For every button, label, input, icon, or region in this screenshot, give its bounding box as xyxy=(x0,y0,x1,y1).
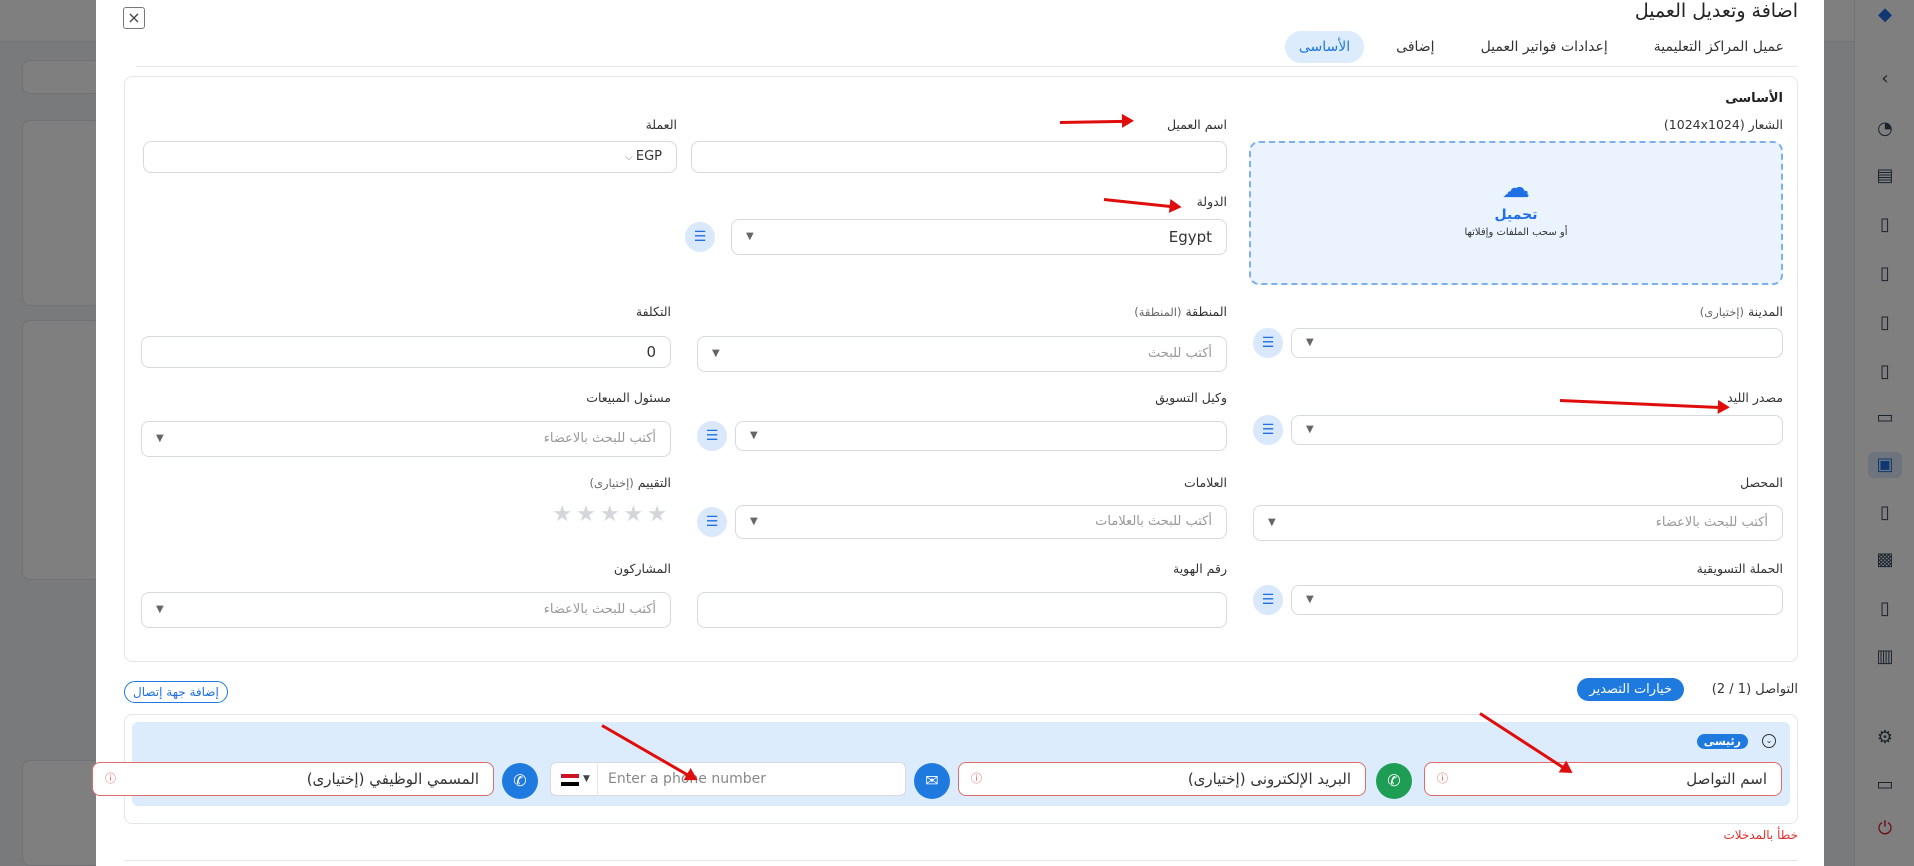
chevron-down-icon: ▼ xyxy=(156,433,164,444)
lead-source-select[interactable]: ▼ xyxy=(1291,415,1783,445)
tabs-divider xyxy=(136,66,1798,67)
close-icon[interactable]: × xyxy=(123,7,145,29)
error-message: خطأ بالمدخلات xyxy=(1723,828,1799,842)
sales-rep-label: مسئول المبيعات xyxy=(586,390,671,405)
upload-title: تحميل xyxy=(1494,207,1538,223)
lead-source-options-icon[interactable]: ☰ xyxy=(1253,415,1283,445)
tags-placeholder: أكتب للبحث بالعلامات xyxy=(1095,514,1212,529)
section-title: الأساسى xyxy=(1725,91,1783,106)
rating-stars[interactable]: ★★★★★ xyxy=(552,502,671,527)
region-select[interactable]: أكتب للبحث ▼ xyxy=(697,336,1227,372)
export-options-button[interactable]: خيارات التصدير xyxy=(1577,678,1684,701)
client-edit-modal: × اضافة وتعديل العميل الأساسى إضافى إعدا… xyxy=(92,0,1824,866)
collapse-icon[interactable]: ⌄ xyxy=(1762,734,1776,748)
contact-name-placeholder: اسم التواصل xyxy=(1686,770,1767,788)
city-options-icon[interactable]: ☰ xyxy=(1253,328,1283,358)
id-number-input[interactable] xyxy=(697,592,1227,628)
chevron-down-icon: ▼ xyxy=(1306,337,1314,348)
country-options-icon[interactable]: ☰ xyxy=(685,222,715,252)
country-select[interactable]: Egypt ▼ xyxy=(731,219,1227,255)
campaign-label: الحملة التسويقية xyxy=(1696,561,1783,576)
region-placeholder: أكتب للبحث xyxy=(1148,346,1212,361)
modal-title: اضافة وتعديل العميل xyxy=(1634,0,1798,22)
marketing-agent-options-icon[interactable]: ☰ xyxy=(697,421,727,451)
chevron-down-icon: ▼ xyxy=(750,430,758,441)
add-contact-button[interactable]: إضافة جهة إتصال xyxy=(124,681,228,703)
sales-rep-placeholder: أكتب للبحث بالاعضاء xyxy=(543,431,656,446)
cost-label: التكلفة xyxy=(635,304,671,319)
egypt-flag-icon[interactable] xyxy=(561,774,579,786)
tab-invoice-settings[interactable]: إعدادات فواتير العميل xyxy=(1467,31,1622,63)
lead-source-label: مصدر الليد xyxy=(1727,390,1783,405)
tab-additional[interactable]: إضافى xyxy=(1382,31,1448,63)
tags-options-icon[interactable]: ☰ xyxy=(697,507,727,537)
cloud-upload-icon: ☁ xyxy=(1502,171,1530,204)
tags-label: العلامات xyxy=(1183,475,1227,490)
logo-label: الشعار (1024x1024) xyxy=(1663,117,1783,132)
currency-select[interactable]: EGP ⌵ xyxy=(143,141,677,173)
error-icon: ⓘ xyxy=(1437,772,1448,785)
participants-select[interactable]: أكتب للبحث بالاعضاء ▼ xyxy=(141,592,671,628)
phone-input[interactable]: ▼ Enter a phone number xyxy=(550,762,906,796)
chevron-down-icon: ▼ xyxy=(712,348,720,359)
currency-value: EGP xyxy=(635,149,662,164)
chevron-down-icon: ▼ xyxy=(750,516,758,527)
email-icon[interactable]: ✉ xyxy=(914,763,950,799)
job-title-input[interactable]: المسمي الوظيفي (إختيارى) ⓘ xyxy=(92,762,494,796)
marketing-agent-select[interactable]: ▼ xyxy=(735,421,1227,451)
logo-upload-dropzone[interactable]: ☁ تحميل أو سحب الملفات وإفلاتها xyxy=(1249,141,1783,285)
sales-rep-select[interactable]: أكتب للبحث بالاعضاء ▼ xyxy=(141,421,671,457)
collector-placeholder: أكتب للبحث بالاعضاء xyxy=(1655,515,1768,530)
city-label: المدينة (إختيارى) xyxy=(1699,304,1783,319)
job-title-placeholder: المسمي الوظيفي (إختيارى) xyxy=(306,770,479,788)
participants-label: المشاركون xyxy=(613,561,671,576)
phone-icon[interactable]: ✆ xyxy=(502,763,538,799)
rating-label: التقييم (إختيارى) xyxy=(589,475,671,490)
primary-badge: رئيسى xyxy=(1696,734,1748,749)
collector-select[interactable]: أكتب للبحث بالاعضاء ▼ xyxy=(1253,505,1783,541)
cost-value: 0 xyxy=(646,343,656,361)
tags-select[interactable]: أكتب للبحث بالعلامات ▼ xyxy=(735,505,1227,539)
city-select[interactable]: ▼ xyxy=(1291,328,1783,358)
region-label: المنطقة (المنطقة) xyxy=(1134,304,1227,319)
currency-label: العملة xyxy=(645,117,677,132)
upload-hint: أو سحب الملفات وإفلاتها xyxy=(1464,227,1568,238)
tab-bar: الأساسى إضافى إعدادات فواتير العميل عميل… xyxy=(1284,28,1798,66)
chevron-down-icon: ▼ xyxy=(156,604,164,615)
chevron-down-icon[interactable]: ▼ xyxy=(583,763,590,795)
chevron-down-icon: ▼ xyxy=(1306,424,1314,435)
contacts-label: التواصل (1 / 2) xyxy=(1711,682,1798,697)
error-icon: ⓘ xyxy=(971,772,982,785)
error-icon: ⓘ xyxy=(105,772,116,785)
whatsapp-icon[interactable]: ✆ xyxy=(1376,763,1412,799)
marketing-agent-label: وكيل التسويق xyxy=(1155,390,1227,405)
contact-name-input[interactable]: اسم التواصل ⓘ xyxy=(1424,762,1782,796)
campaign-options-icon[interactable]: ☰ xyxy=(1253,585,1283,615)
id-number-label: رقم الهوية xyxy=(1173,561,1227,576)
client-name-input[interactable] xyxy=(691,141,1227,173)
campaign-select[interactable]: ▼ xyxy=(1291,585,1783,615)
tab-basic[interactable]: الأساسى xyxy=(1284,31,1365,63)
next-section-border xyxy=(124,860,1798,861)
email-placeholder: البريد الإلكترونى (إختيارى) xyxy=(1187,770,1351,788)
chevron-down-icon: ▼ xyxy=(746,231,754,242)
phone-divider xyxy=(597,763,598,795)
client-name-label: اسم العميل xyxy=(1166,117,1227,132)
tab-education-client[interactable]: عميل المراكز التعليمية xyxy=(1640,31,1798,63)
country-value: Egypt xyxy=(1168,228,1212,246)
chevron-down-icon: ▼ xyxy=(1268,517,1276,528)
country-label: الدولة xyxy=(1196,194,1227,209)
participants-placeholder: أكتب للبحث بالاعضاء xyxy=(543,602,656,617)
basic-info-card: الأساسى الشعار (1024x1024) ☁ تحميل أو سح… xyxy=(124,76,1798,662)
collector-label: المحصل xyxy=(1740,475,1783,490)
chevron-down-icon: ▼ xyxy=(1306,594,1314,605)
cost-input[interactable]: 0 xyxy=(141,336,671,368)
email-input[interactable]: البريد الإلكترونى (إختيارى) ⓘ xyxy=(958,762,1366,796)
